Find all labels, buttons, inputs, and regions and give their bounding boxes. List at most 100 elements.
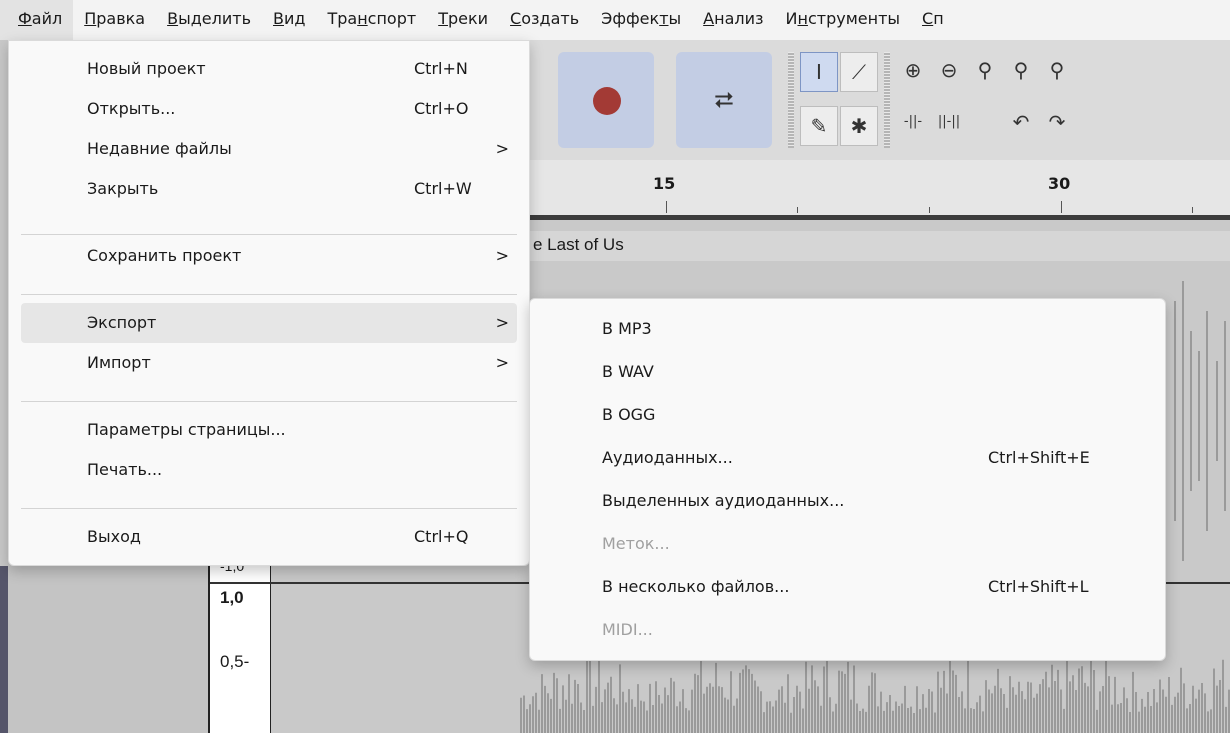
menu-separator: [21, 401, 517, 402]
file-menu-item[interactable]: Экспорт >: [21, 303, 517, 343]
menubar-item[interactable]: Выделить: [156, 0, 262, 40]
menubar-item[interactable]: Файл: [0, 0, 74, 40]
export-menu-item[interactable]: Выделенных аудиоданных...: [542, 481, 1153, 521]
export-menu-item[interactable]: Аудиоданных... Ctrl+Shift+E: [542, 438, 1153, 478]
menubar-item[interactable]: Эффекты: [590, 0, 692, 40]
track-separator: [530, 215, 1230, 220]
trim-icon: -||-: [903, 114, 923, 129]
menubar-item[interactable]: Транспорт: [316, 0, 427, 40]
timeline-ruler[interactable]: 15 30: [530, 160, 1230, 215]
export-menu-item[interactable]: В WAV: [542, 352, 1153, 392]
zoom-in-icon: ⊕: [904, 58, 922, 82]
undo-icon: ↶: [1012, 110, 1030, 134]
export-submenu: В MP3 В WAV В OGG Аудиоданных... Ctrl+Shift+…: [529, 298, 1166, 661]
envelope-tool-button[interactable]: ⟋: [840, 52, 878, 92]
fit-selection-icon: ⚲: [977, 58, 993, 82]
silence-button[interactable]: ||-||: [932, 102, 966, 142]
file-menu: Новый проект Ctrl+N Открыть... Ctrl+O Недавн…: [8, 40, 530, 566]
menu-item-shortcut: Ctrl+N: [414, 59, 468, 78]
multi-tool-icon: ✱: [850, 114, 868, 138]
fit-project-icon: ⚲: [1013, 58, 1029, 82]
menu-item-label: Выделенных аудиоданных...: [602, 491, 845, 510]
vertical-scale[interactable]: -1,0 1,0 0,5-: [210, 558, 271, 733]
record-button[interactable]: [558, 52, 654, 148]
track-control-panel[interactable]: [8, 566, 210, 733]
toolbar-grip[interactable]: [884, 52, 890, 148]
menu-item-shortcut: Ctrl+W: [414, 179, 472, 198]
envelope-tool-icon: ⟋: [852, 60, 866, 84]
ruler-label: 30: [1048, 174, 1071, 193]
submenu-arrow-icon: >: [495, 139, 509, 158]
menu-item-shortcut: Ctrl+Shift+E: [988, 448, 1090, 467]
trim-button[interactable]: -||-: [896, 102, 930, 142]
export-menu-item[interactable]: В MP3: [542, 309, 1153, 349]
draw-tool-button[interactable]: ✎: [800, 106, 838, 146]
menu-item-label: Закрыть: [87, 179, 159, 198]
ruler-label: 15: [653, 174, 676, 193]
zoom-out-button[interactable]: ⊖: [932, 50, 966, 90]
zoom-toggle-icon: ⚲: [1049, 58, 1065, 82]
submenu-arrow-icon: >: [495, 246, 509, 265]
menu-separator: [21, 234, 517, 235]
submenu-arrow-icon: >: [495, 353, 509, 372]
selection-tool-button[interactable]: Ι: [800, 52, 838, 92]
toolbar-grip[interactable]: [788, 52, 794, 148]
menu-item-label: В MP3: [602, 319, 652, 338]
menubar-item[interactable]: Вид: [262, 0, 316, 40]
menu-item-label: Экспорт: [87, 313, 157, 332]
redo-button[interactable]: ↷: [1040, 102, 1074, 142]
menu-item-label: В OGG: [602, 405, 656, 424]
file-menu-item[interactable]: Выход Ctrl+Q: [21, 517, 517, 557]
file-menu-item[interactable]: Параметры страницы...: [21, 410, 517, 450]
menubar-item[interactable]: Треки: [427, 0, 499, 40]
file-menu-item[interactable]: Открыть... Ctrl+O: [21, 89, 517, 129]
menu-separator: [21, 508, 517, 509]
file-menu-item[interactable]: Печать...: [21, 450, 517, 490]
menu-item-label: MIDI...: [602, 620, 653, 639]
menu-item-label: Выход: [87, 527, 141, 546]
ruler-tick: [1192, 207, 1193, 213]
menu-item-label: Новый проект: [87, 59, 206, 78]
menubar-item[interactable]: Правка: [73, 0, 156, 40]
undo-button[interactable]: ↶: [1004, 102, 1038, 142]
ruler-tick: [666, 201, 667, 213]
toolbar: ⮂ Ι ⟋ ✎ ✱ ⊕ ⊖ ⚲ ⚲ ⚲ -||- ||-|| ↶ ↷: [530, 40, 1230, 160]
file-menu-item[interactable]: Недавние файлы >: [21, 129, 517, 169]
export-menu-item[interactable]: В OGG: [542, 395, 1153, 435]
menu-item-label: Открыть...: [87, 99, 176, 118]
window-border: [0, 566, 8, 733]
menubar-item[interactable]: Анализ: [692, 0, 774, 40]
fit-project-button[interactable]: ⚲: [1004, 50, 1038, 90]
menubar-item[interactable]: Инструменты: [775, 0, 912, 40]
menu-item-label: В WAV: [602, 362, 654, 381]
file-menu-item[interactable]: Новый проект Ctrl+N: [21, 49, 517, 89]
menu-item-label: Печать...: [87, 460, 163, 479]
ruler-tick: [1061, 201, 1062, 213]
record-icon: [593, 87, 621, 115]
menu-item-label: Сохранить проект: [87, 246, 242, 265]
submenu-arrow-icon: >: [495, 313, 509, 332]
fit-selection-button[interactable]: ⚲: [968, 50, 1002, 90]
export-menu-item[interactable]: В несколько файлов... Ctrl+Shift+L: [542, 567, 1153, 607]
menubar-item[interactable]: Сп: [911, 0, 955, 40]
export-menu-item: Меток...: [542, 524, 1153, 564]
zoom-out-icon: ⊖: [940, 58, 958, 82]
menu-separator: [21, 294, 517, 295]
file-menu-item[interactable]: Закрыть Ctrl+W: [21, 169, 517, 209]
zoom-toggle-button[interactable]: ⚲: [1040, 50, 1074, 90]
track-title: e Last of Us: [533, 235, 624, 254]
redo-icon: ↷: [1048, 110, 1066, 134]
file-menu-item[interactable]: Импорт >: [21, 343, 517, 383]
file-menu-item[interactable]: Сохранить проект >: [21, 236, 517, 276]
menu-item-shortcut: Ctrl+Shift+L: [988, 577, 1089, 596]
draw-tool-icon: ✎: [810, 114, 828, 138]
loop-button[interactable]: ⮂: [676, 52, 772, 148]
zoom-in-button[interactable]: ⊕: [896, 50, 930, 90]
menu-item-label: Недавние файлы: [87, 139, 232, 158]
loop-icon: ⮂: [714, 86, 734, 114]
track-title-bar[interactable]: e Last of Us: [530, 231, 1230, 261]
multi-tool-button[interactable]: ✱: [840, 106, 878, 146]
scale-label: 1,0: [220, 588, 244, 607]
menubar-item[interactable]: Создать: [499, 0, 590, 40]
menubar: Файл Правка Выделить Вид Транспорт Треки Созда…: [0, 0, 1230, 40]
